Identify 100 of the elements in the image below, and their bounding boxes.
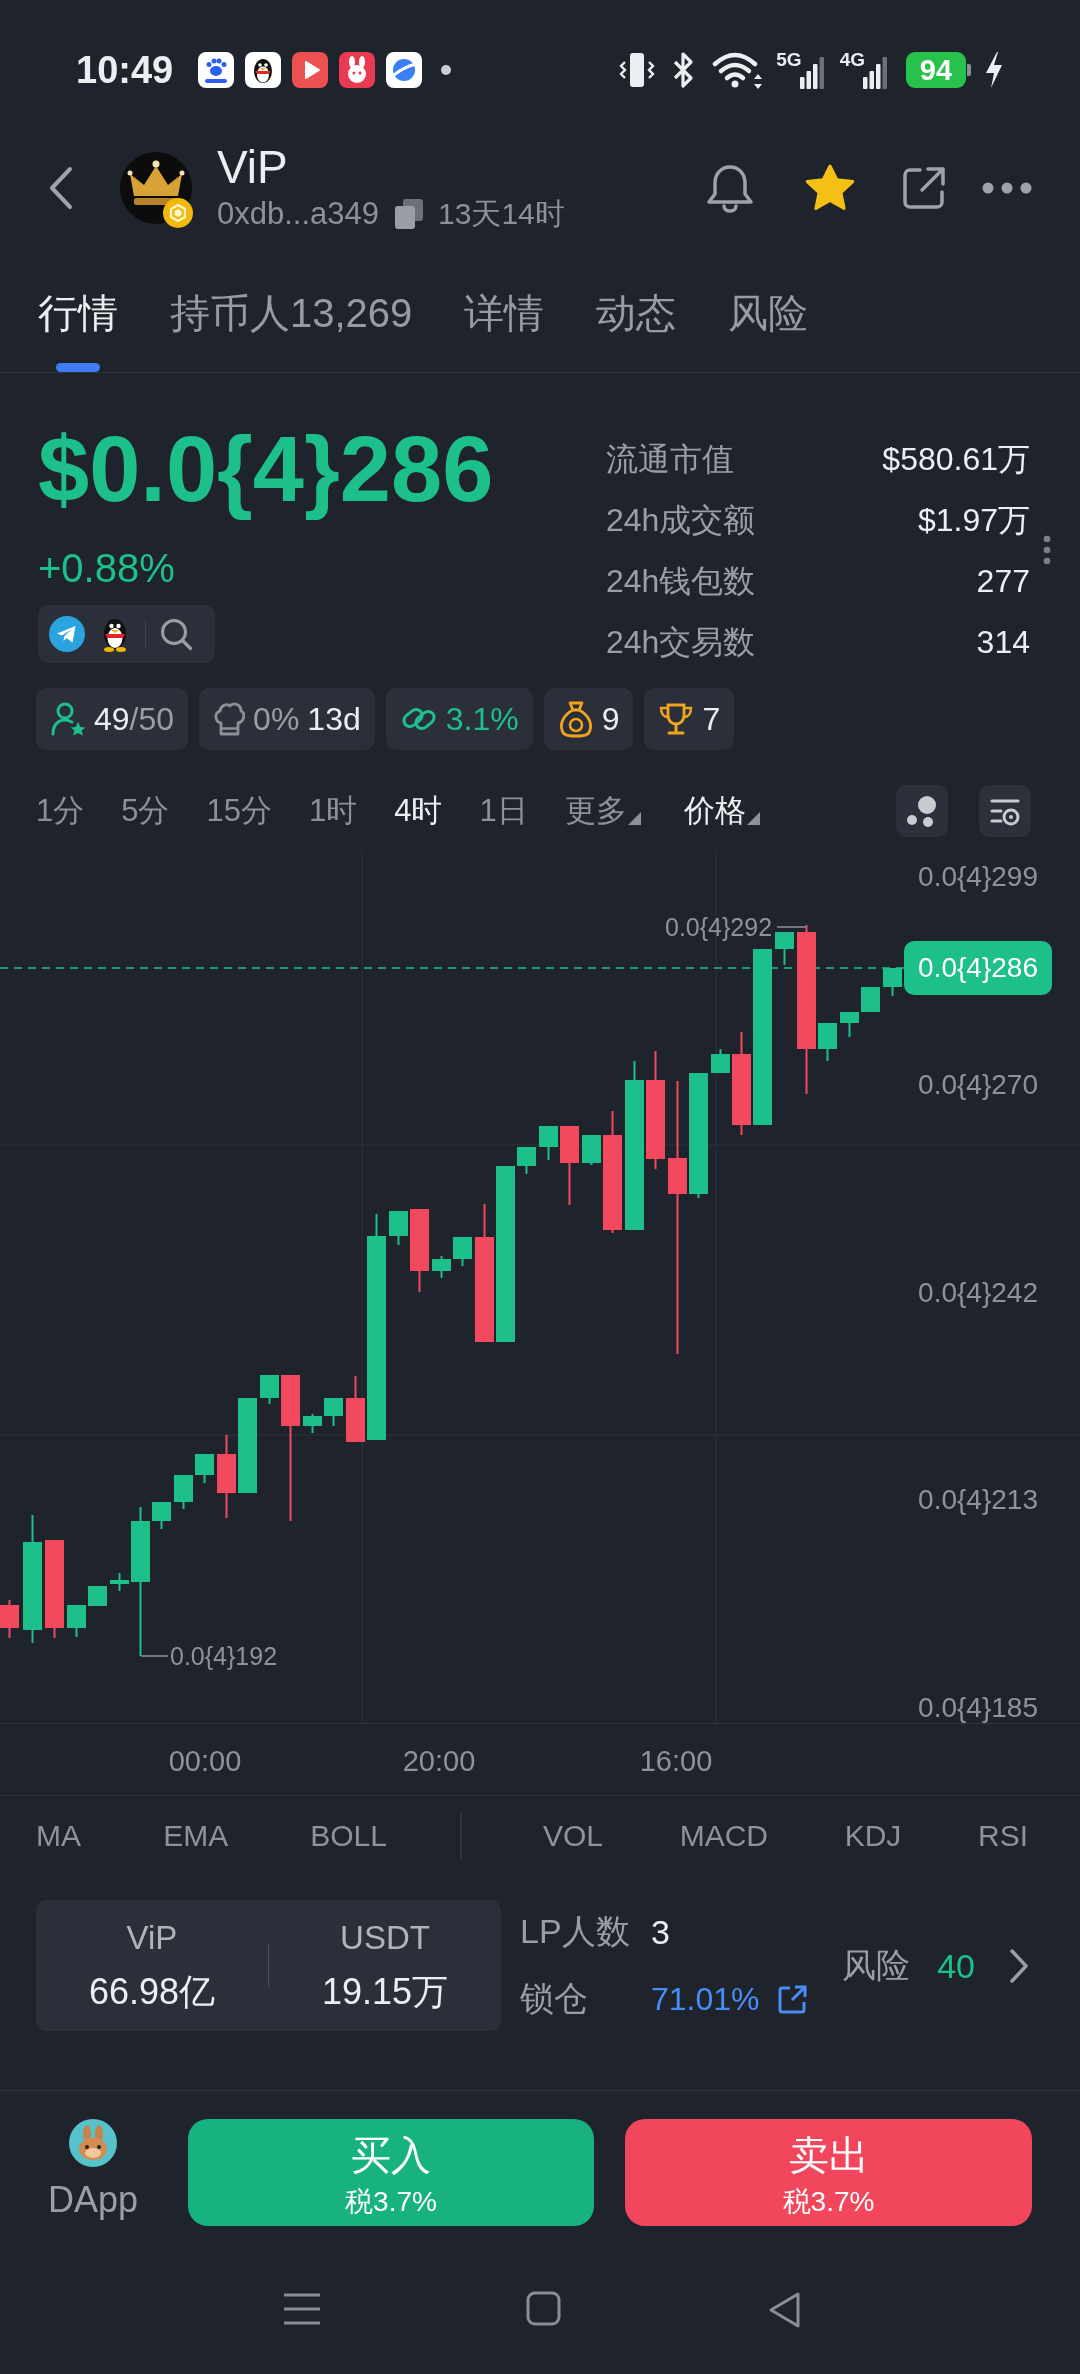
money-bag-icon <box>557 700 594 738</box>
candle <box>67 1605 86 1637</box>
tab[interactable]: 动态 <box>596 288 677 372</box>
timeframe-tab[interactable]: 5分 <box>121 791 170 831</box>
back-icon[interactable] <box>48 165 74 210</box>
battery-indicator: 94 <box>906 52 971 88</box>
planet-icon <box>386 52 423 88</box>
timeframe-tab[interactable]: 1日 <box>479 791 528 831</box>
candle <box>775 932 794 965</box>
candle <box>453 1237 472 1266</box>
candle <box>389 1211 408 1245</box>
holder-count: 49/50 <box>94 700 175 739</box>
timeframe-tab[interactable]: 1时 <box>309 791 358 831</box>
vibrate-icon <box>618 50 657 90</box>
candle <box>195 1454 214 1483</box>
tab[interactable]: 持币人13,269 <box>170 288 413 372</box>
timeframe-tab[interactable]: 15分 <box>206 791 272 831</box>
network-type: 4G <box>839 50 865 70</box>
timeframe-tab[interactable]: 1分 <box>36 791 85 831</box>
indicator-tab[interactable]: RSI <box>978 1815 1028 1856</box>
telegram-icon[interactable] <box>49 616 85 652</box>
candle <box>346 1376 365 1442</box>
contract-address: 0xdb...a349 <box>217 194 380 233</box>
user-star-icon <box>50 701 86 737</box>
risk-button[interactable]: 风险 40 <box>842 1944 1030 1988</box>
candle <box>0 1600 19 1638</box>
leader-line <box>776 926 807 928</box>
candle <box>840 1012 859 1037</box>
lp-count: 3 <box>651 1912 670 1952</box>
candle <box>861 987 880 1012</box>
leader-line <box>140 1655 169 1657</box>
bunny-icon <box>69 2119 117 2167</box>
creator-share: 0% <box>253 700 300 739</box>
candle <box>174 1475 193 1509</box>
network-type: 5G <box>776 50 802 70</box>
star-icon[interactable] <box>804 162 856 213</box>
tab[interactable]: 详情 <box>464 288 545 372</box>
pool-token: USDT <box>340 1918 430 1958</box>
caret-icon <box>746 812 760 825</box>
current-price-tag: 0.0{4}286 <box>904 941 1052 995</box>
dapp-button[interactable]: DApp <box>43 2119 143 2222</box>
candle <box>582 1135 601 1165</box>
triangle-icon[interactable] <box>767 2291 801 2329</box>
tab[interactable]: 行情 <box>38 288 118 372</box>
indicator-tab[interactable]: MA <box>36 1815 81 1856</box>
candle <box>883 968 902 996</box>
token-age: 13天14时 <box>438 195 565 232</box>
axis-price-label: 0.0{4}299 <box>918 862 1038 892</box>
indicator-tab[interactable]: VOL <box>543 1815 604 1856</box>
wifi-icon <box>711 50 763 90</box>
lp-label: LP人数 <box>520 1911 631 1952</box>
time-label: 16:00 <box>639 1744 713 1778</box>
paw-icon <box>198 52 235 88</box>
link-share: 3.1% <box>445 700 519 739</box>
search-icon[interactable] <box>159 617 193 651</box>
menu-icon[interactable] <box>282 2291 322 2327</box>
signal-icon <box>862 55 888 89</box>
axis-price-label: 0.0{4}270 <box>918 1069 1038 1100</box>
trophy-count: 7 <box>702 700 721 739</box>
chart-type-dropdown[interactable]: 价格 <box>683 791 760 831</box>
candle <box>432 1256 451 1278</box>
price-change: +0.88% <box>38 545 175 592</box>
timeframe-tab[interactable]: 更多 <box>564 791 641 831</box>
candle <box>517 1147 536 1174</box>
copy-icon[interactable] <box>394 197 425 230</box>
timeframe-tab[interactable]: 4时 <box>394 791 443 831</box>
caret-icon <box>627 812 641 825</box>
bag-count: 9 <box>601 700 620 739</box>
square-icon[interactable] <box>526 2291 561 2326</box>
indicator-tab[interactable]: MACD <box>679 1815 768 1856</box>
tab[interactable]: 风险 <box>728 288 809 372</box>
buy-button[interactable]: 买入 税3.7% <box>188 2119 594 2226</box>
penguin-icon <box>245 52 282 88</box>
candle <box>324 1398 343 1426</box>
candle <box>152 1502 171 1529</box>
play-icon <box>292 52 329 88</box>
stat-label: 24h交易数 <box>606 622 756 662</box>
candle <box>711 1049 730 1073</box>
axis-price-label: 0.0{4}185 <box>918 1693 1038 1723</box>
axis-price-label: 0.0{4}213 <box>918 1485 1038 1516</box>
indicator-tab[interactable]: EMA <box>163 1815 229 1856</box>
indicator-tab[interactable]: KDJ <box>844 1815 902 1856</box>
rabbit-icon <box>339 52 376 88</box>
clock: 10:49 <box>76 48 174 92</box>
lock-percent-link[interactable]: 71.01% <box>651 1980 760 2018</box>
time-label: 00:00 <box>168 1744 242 1778</box>
settings-icon[interactable] <box>979 785 1031 837</box>
pool-amount: 66.98亿 <box>88 1970 216 2014</box>
sell-button[interactable]: 卖出 税3.7% <box>625 2119 1032 2226</box>
stat-label: 流通市值 <box>606 439 734 479</box>
lock-label: 锁仓 <box>520 1978 589 2019</box>
candle <box>110 1573 129 1591</box>
high-price-label: 0.0{4}292 <box>665 912 773 942</box>
stat-value: $1.97万 <box>917 500 1030 540</box>
candle <box>539 1126 558 1160</box>
chef-hat-icon <box>213 701 246 737</box>
circles-icon[interactable] <box>896 785 948 837</box>
indicator-tab[interactable]: BOLL <box>310 1815 387 1856</box>
more-icon[interactable] <box>982 181 1032 194</box>
external-link-icon[interactable] <box>776 1983 808 2015</box>
